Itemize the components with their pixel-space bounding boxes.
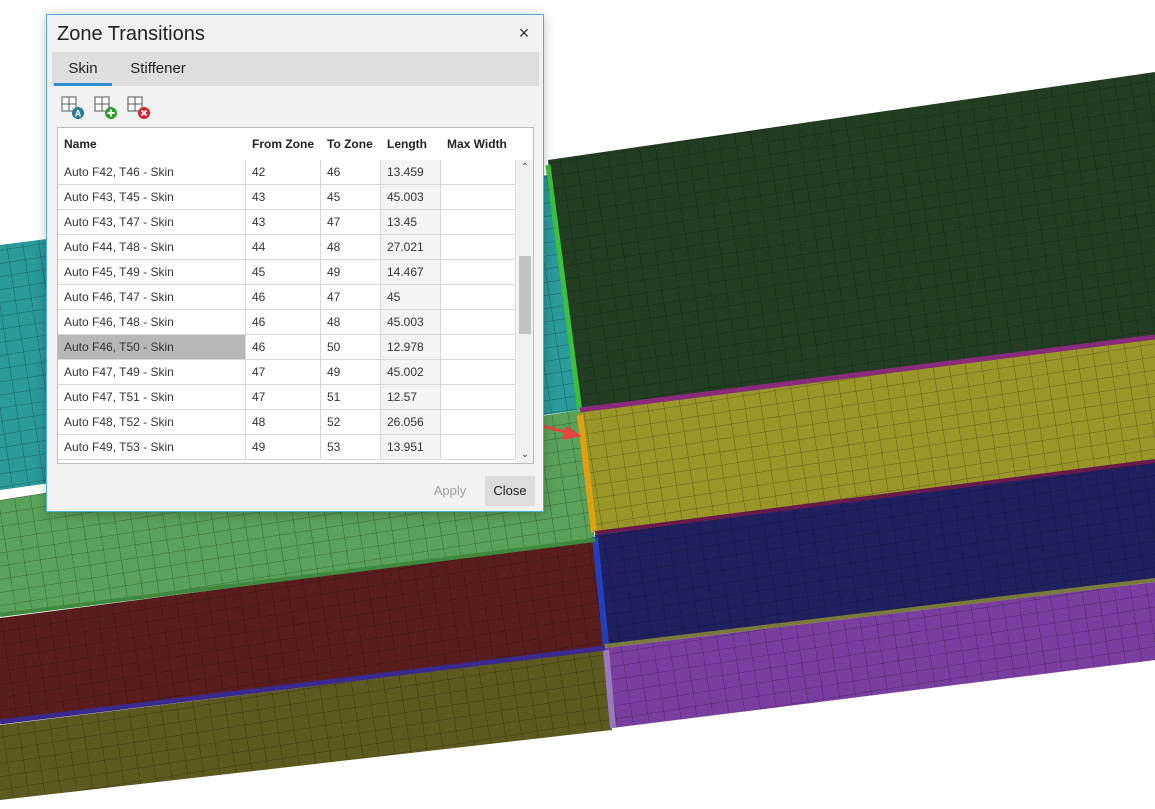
- cell-name[interactable]: Auto F44, T48 - Skin: [58, 235, 246, 260]
- cell-length[interactable]: 13.951: [381, 435, 441, 460]
- cell-name[interactable]: Auto F47, T51 - Skin: [58, 385, 246, 410]
- cell-length[interactable]: 45.002: [381, 360, 441, 385]
- cell-to-zone[interactable]: 51: [321, 385, 381, 410]
- cell-from-zone[interactable]: 46: [246, 310, 321, 335]
- cell-from-zone[interactable]: 45: [246, 260, 321, 285]
- table-row[interactable]: Auto F48, T52 - Skin 48 52 26.056: [58, 410, 516, 435]
- cell-to-zone[interactable]: 50: [321, 335, 381, 360]
- table-row[interactable]: Auto F44, T48 - Skin 44 48 27.021: [58, 235, 516, 260]
- table-row[interactable]: Auto F42, T46 - Skin 42 46 13.459: [58, 160, 516, 185]
- cell-max-width[interactable]: [441, 285, 516, 310]
- cell-name[interactable]: Auto F49, T53 - Skin: [58, 435, 246, 460]
- zone-transitions-dialog: Zone Transitions × Skin Stiffener A Name…: [46, 14, 544, 512]
- cell-max-width[interactable]: [441, 310, 516, 335]
- cell-to-zone[interactable]: 49: [321, 260, 381, 285]
- cell-from-zone[interactable]: 46: [246, 335, 321, 360]
- scroll-up-icon[interactable]: ⌃: [517, 160, 533, 176]
- scroll-thumb[interactable]: [519, 256, 531, 334]
- cell-length[interactable]: 45.003: [381, 185, 441, 210]
- delete-transition-icon[interactable]: [126, 95, 152, 121]
- column-header-to-zone[interactable]: To Zone: [321, 128, 381, 160]
- cell-from-zone[interactable]: 44: [246, 235, 321, 260]
- cell-from-zone[interactable]: 47: [246, 385, 321, 410]
- add-auto-transition-icon[interactable]: A: [60, 95, 86, 121]
- cell-max-width[interactable]: [441, 235, 516, 260]
- cell-length[interactable]: 45.003: [381, 310, 441, 335]
- dialog-title: Zone Transitions: [57, 23, 205, 45]
- cell-max-width[interactable]: [441, 435, 516, 460]
- cell-from-zone[interactable]: 47: [246, 360, 321, 385]
- table-row[interactable]: Auto F46, T47 - Skin 46 47 45: [58, 285, 516, 310]
- cell-length[interactable]: 26.056: [381, 410, 441, 435]
- table-row[interactable]: Auto F46, T48 - Skin 46 48 45.003: [58, 310, 516, 335]
- tab-strip: Skin Stiffener: [52, 52, 539, 86]
- cell-max-width[interactable]: [441, 335, 516, 360]
- cell-name[interactable]: Auto F46, T48 - Skin: [58, 310, 246, 335]
- tab-stiffener-label: Stiffener: [130, 60, 186, 77]
- close-button[interactable]: Close: [485, 476, 535, 506]
- cell-from-zone[interactable]: 49: [246, 435, 321, 460]
- cell-name[interactable]: Auto F43, T45 - Skin: [58, 185, 246, 210]
- cell-max-width[interactable]: [441, 160, 516, 185]
- cell-to-zone[interactable]: 46: [321, 160, 381, 185]
- cell-name[interactable]: Auto F48, T52 - Skin: [58, 410, 246, 435]
- add-transition-icon[interactable]: [93, 95, 119, 121]
- table-row[interactable]: Auto F46, T50 - Skin 46 50 12.978: [58, 335, 516, 360]
- cell-from-zone[interactable]: 46: [246, 285, 321, 310]
- tab-stiffener[interactable]: Stiffener: [120, 52, 196, 86]
- cell-max-width[interactable]: [441, 385, 516, 410]
- apply-button[interactable]: Apply: [422, 476, 478, 506]
- cell-to-zone[interactable]: 45: [321, 185, 381, 210]
- cell-name[interactable]: Auto F42, T46 - Skin: [58, 160, 246, 185]
- cell-max-width[interactable]: [441, 260, 516, 285]
- table-row[interactable]: Auto F43, T47 - Skin 43 47 13.45: [58, 210, 516, 235]
- cell-length[interactable]: 45: [381, 285, 441, 310]
- cell-name[interactable]: Auto F43, T47 - Skin: [58, 210, 246, 235]
- cell-from-zone[interactable]: 43: [246, 210, 321, 235]
- cell-length[interactable]: 14.467: [381, 260, 441, 285]
- cell-name[interactable]: Auto F46, T50 - Skin: [58, 335, 246, 360]
- cell-to-zone[interactable]: 48: [321, 310, 381, 335]
- cell-name[interactable]: Auto F47, T49 - Skin: [58, 360, 246, 385]
- cell-to-zone[interactable]: 47: [321, 285, 381, 310]
- grid-header: Name From Zone To Zone Length Max Width: [58, 128, 533, 160]
- cell-length[interactable]: 27.021: [381, 235, 441, 260]
- close-icon[interactable]: ×: [515, 23, 533, 45]
- active-tab-indicator: [54, 83, 112, 86]
- column-header-length[interactable]: Length: [381, 128, 441, 160]
- scroll-down-icon[interactable]: ⌄: [517, 447, 533, 463]
- table-row[interactable]: Auto F47, T51 - Skin 47 51 12.57: [58, 385, 516, 410]
- cell-from-zone[interactable]: 42: [246, 160, 321, 185]
- table-row[interactable]: Auto F49, T53 - Skin 49 53 13.951: [58, 435, 516, 460]
- cell-from-zone[interactable]: 43: [246, 185, 321, 210]
- cell-max-width[interactable]: [441, 185, 516, 210]
- cell-name[interactable]: Auto F45, T49 - Skin: [58, 260, 246, 285]
- vertical-scrollbar[interactable]: ⌃ ⌄: [517, 160, 533, 463]
- cell-to-zone[interactable]: 49: [321, 360, 381, 385]
- cell-length[interactable]: 12.57: [381, 385, 441, 410]
- cell-length[interactable]: 13.45: [381, 210, 441, 235]
- cell-length[interactable]: 12.978: [381, 335, 441, 360]
- column-header-name[interactable]: Name: [58, 128, 246, 160]
- tab-skin[interactable]: Skin: [54, 52, 112, 86]
- cell-max-width[interactable]: [441, 360, 516, 385]
- column-header-max-width[interactable]: Max Width: [441, 128, 521, 160]
- svg-text:A: A: [75, 109, 82, 119]
- cell-max-width[interactable]: [441, 410, 516, 435]
- cell-max-width[interactable]: [441, 210, 516, 235]
- cell-name[interactable]: Auto F46, T47 - Skin: [58, 285, 246, 310]
- cell-length[interactable]: 13.459: [381, 160, 441, 185]
- tab-skin-label: Skin: [68, 60, 98, 77]
- table-row[interactable]: Auto F47, T49 - Skin 47 49 45.002: [58, 360, 516, 385]
- cell-from-zone[interactable]: 48: [246, 410, 321, 435]
- cell-to-zone[interactable]: 52: [321, 410, 381, 435]
- cell-to-zone[interactable]: 53: [321, 435, 381, 460]
- table-row[interactable]: Auto F43, T45 - Skin 43 45 45.003: [58, 185, 516, 210]
- table-row[interactable]: Auto F45, T49 - Skin 45 49 14.467: [58, 260, 516, 285]
- column-header-from-zone[interactable]: From Zone: [246, 128, 321, 160]
- cell-to-zone[interactable]: 47: [321, 210, 381, 235]
- transitions-grid: Name From Zone To Zone Length Max Width …: [57, 127, 534, 464]
- cell-to-zone[interactable]: 48: [321, 235, 381, 260]
